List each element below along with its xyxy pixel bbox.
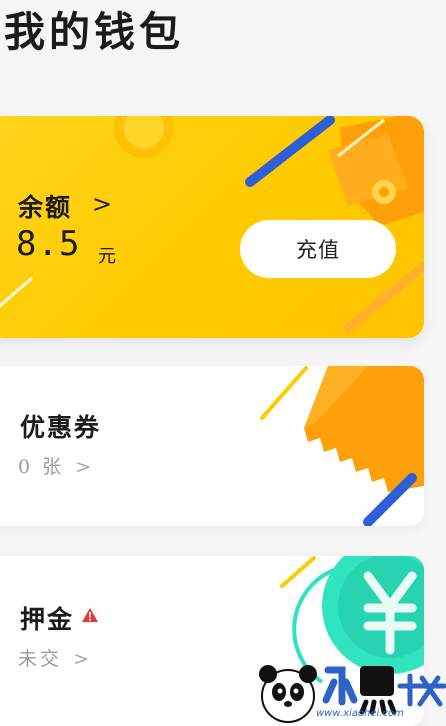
coupon-count-link[interactable]: 0 张 > — [18, 452, 94, 479]
deposit-status-link[interactable]: 未交 > — [18, 644, 92, 671]
balance-card[interactable]: 余额 > 8.5 元 充值 — [0, 116, 424, 338]
coupon-title: 优惠券 — [20, 413, 102, 442]
balance-unit: 元 — [98, 246, 116, 267]
chevron-right-icon: > — [75, 456, 95, 478]
balance-label: 余额 — [18, 193, 73, 222]
chevron-right-icon: > — [73, 648, 92, 670]
coupon-card[interactable]: 优惠券 0 张 > — [0, 366, 424, 526]
watermark-url: www.xiaohei.com — [316, 708, 404, 719]
balance-amount: 8.5 — [16, 224, 81, 264]
warning-triangle-icon — [82, 608, 98, 622]
coupon-count: 0 张 — [18, 456, 65, 478]
deposit-status: 未交 — [18, 648, 63, 670]
page-title: 我的钱包 — [4, 8, 184, 56]
deposit-title: 押金 — [20, 605, 75, 634]
coupon-ticket-decoration — [260, 366, 424, 526]
balance-chevron-icon[interactable]: > — [92, 190, 112, 218]
recharge-button[interactable]: 充值 — [240, 220, 396, 278]
